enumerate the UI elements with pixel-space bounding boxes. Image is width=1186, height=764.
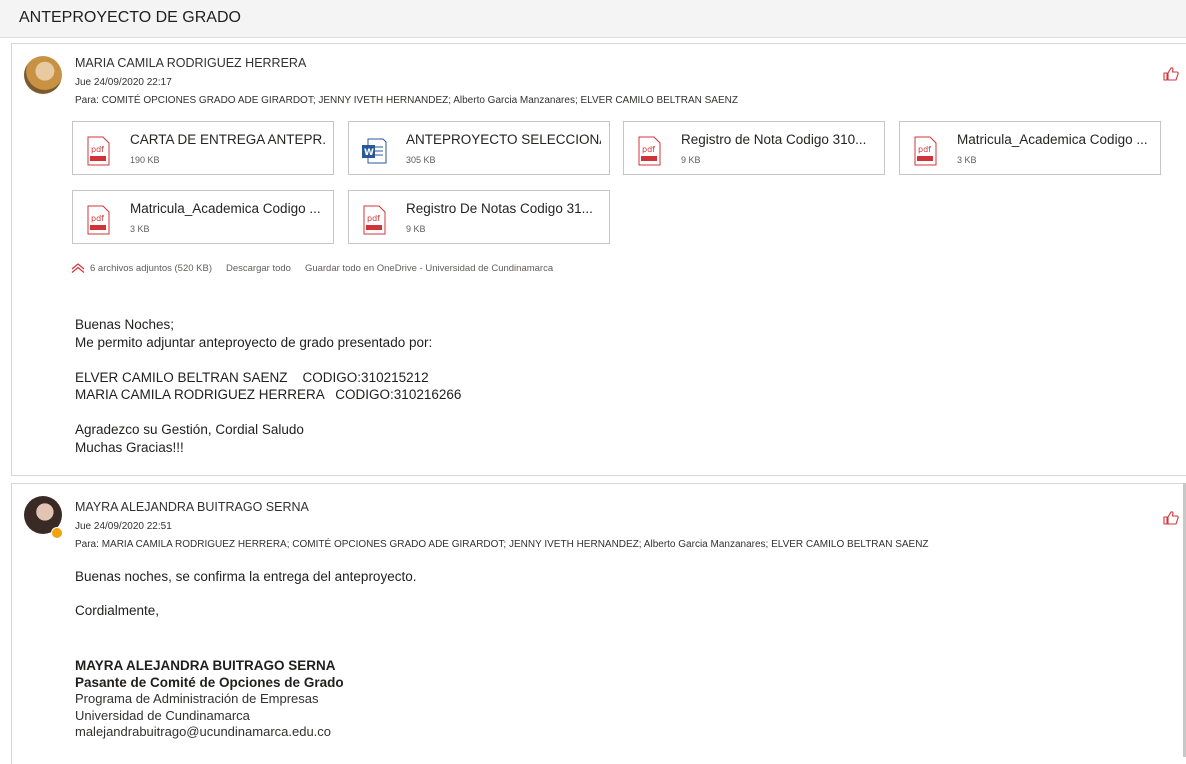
message-2[interactable]: MAYRA ALEJANDRA BUITRAGO SERNA Jue 24/09… <box>11 483 1186 764</box>
to-label: Para: <box>75 539 99 550</box>
signature-role: Pasante de Comité de Opciones de Grado <box>75 674 344 690</box>
attachment-name: ANTEPROYECTO SELECCIONA... <box>406 132 601 147</box>
signature-program: Programa de Administración de Empresas <box>75 691 319 706</box>
attachment-size: 190 KB <box>130 155 160 165</box>
attachment-card[interactable]: pdf Matricula_Academica Codigo ... 3 KB <box>72 190 334 244</box>
signature-name: MAYRA ALEJANDRA BUITRAGO SERNA <box>75 658 336 673</box>
attachment-actions: 6 archivos adjuntos (520 KB) Descargar to… <box>71 263 553 274</box>
word-file-icon: W <box>362 138 387 164</box>
signature: MAYRA ALEJANDRA BUITRAGO SERNA Pasante d… <box>75 658 344 741</box>
message-body: Buenas noches, se confirma la entrega de… <box>75 569 417 584</box>
message-date: Jue 24/09/2020 22:17 <box>75 77 172 88</box>
subject-bar: ANTEPROYECTO DE GRADO <box>0 0 1186 38</box>
chevron-up-icon[interactable] <box>71 263 85 274</box>
presence-badge <box>51 527 63 539</box>
attachment-card[interactable]: pdf Matricula_Academica Codigo ... 3 KB <box>899 121 1161 175</box>
attachment-card[interactable]: W ANTEPROYECTO SELECCIONA... 305 KB <box>348 121 610 175</box>
body-line <box>75 351 461 369</box>
attachment-name: Registro de Nota Codigo 310... <box>681 132 867 147</box>
sender-name[interactable]: MARIA CAMILA RODRIGUEZ HERRERA <box>75 56 306 70</box>
pdf-file-icon: pdf <box>87 136 110 166</box>
recipients: Para: COMITÉ OPCIONES GRADO ADE GIRARDOT… <box>75 95 738 106</box>
attachment-size: 3 KB <box>130 224 150 234</box>
like-icon[interactable] <box>1163 66 1179 82</box>
attachment-name: Registro De Notas Codigo 31... <box>406 201 593 216</box>
message-1[interactable]: MARIA CAMILA RODRIGUEZ HERRERA Jue 24/09… <box>11 43 1186 476</box>
pdf-file-icon: pdf <box>914 136 937 166</box>
to-list: MARIA CAMILA RODRIGUEZ HERRERA; COMITÉ O… <box>101 539 929 550</box>
body-line: Agradezco su Gestión, Cordial Saludo <box>75 422 304 437</box>
recipients: Para: MARIA CAMILA RODRIGUEZ HERRERA; CO… <box>75 539 929 550</box>
attachment-card[interactable]: pdf CARTA DE ENTREGA ANTEPR... 190 KB <box>72 121 334 175</box>
svg-text:pdf: pdf <box>642 145 655 154</box>
sender-name[interactable]: MAYRA ALEJANDRA BUITRAGO SERNA <box>75 500 309 514</box>
message-date: Jue 24/09/2020 22:51 <box>75 521 172 532</box>
to-list: COMITÉ OPCIONES GRADO ADE GIRARDOT; JENN… <box>101 95 738 106</box>
attachment-name: Matricula_Academica Codigo ... <box>957 132 1148 147</box>
attachment-size: 305 KB <box>406 155 436 165</box>
svg-text:pdf: pdf <box>91 145 104 154</box>
body-line: Muchas Gracias!!! <box>75 439 184 455</box>
attachment-size: 3 KB <box>957 155 977 165</box>
svg-text:pdf: pdf <box>918 145 931 154</box>
body-line: Buenas Noches; <box>75 317 175 332</box>
attachment-card[interactable]: pdf Registro De Notas Codigo 31... 9 KB <box>348 190 610 244</box>
svg-text:W: W <box>364 148 374 158</box>
body-line: Me permito adjuntar anteproyecto de grad… <box>75 334 433 350</box>
save-onedrive-link[interactable]: Guardar todo en OneDrive - Universidad d… <box>305 263 553 274</box>
body-line: ELVER CAMILO BELTRAN SAENZ CODIGO:310215… <box>75 369 429 385</box>
conversation-subject: ANTEPROYECTO DE GRADO <box>19 9 241 26</box>
svg-text:pdf: pdf <box>367 214 380 223</box>
download-all-link[interactable]: Descargar todo <box>226 263 291 274</box>
like-icon[interactable] <box>1163 510 1179 526</box>
body-line <box>75 404 461 422</box>
body-line: MARIA CAMILA RODRIGUEZ HERRERA CODIGO:31… <box>75 387 462 402</box>
attachments-summary[interactable]: 6 archivos adjuntos (520 KB) <box>90 263 212 274</box>
to-label: Para: <box>75 95 99 106</box>
signature-email[interactable]: malejandrabuitrago@ucundinamarca.edu.co <box>75 724 344 741</box>
svg-text:pdf: pdf <box>91 214 104 223</box>
message-closing: Cordialmente, <box>75 603 160 618</box>
attachment-name: Matricula_Academica Codigo ... <box>130 201 321 216</box>
pdf-file-icon: pdf <box>87 205 110 235</box>
signature-university: Universidad de Cundinamarca <box>75 707 250 723</box>
message-body: Buenas Noches; Me permito adjuntar antepr… <box>75 316 461 456</box>
attachment-size: 9 KB <box>406 224 426 234</box>
pdf-file-icon: pdf <box>363 205 386 235</box>
pdf-file-icon: pdf <box>638 136 661 166</box>
attachment-name: CARTA DE ENTREGA ANTEPR... <box>130 132 325 147</box>
avatar[interactable] <box>24 56 62 94</box>
attachment-size: 9 KB <box>681 155 701 165</box>
attachment-card[interactable]: pdf Registro de Nota Codigo 310... 9 KB <box>623 121 885 175</box>
